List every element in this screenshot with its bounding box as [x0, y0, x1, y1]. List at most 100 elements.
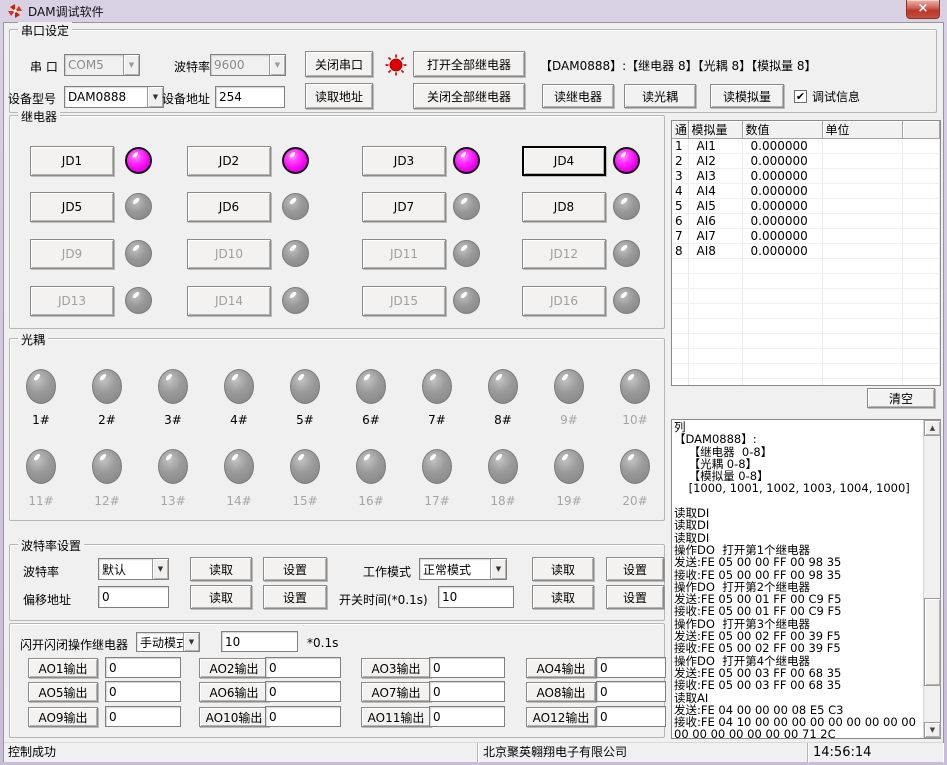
ao-output-input-10[interactable]	[265, 706, 341, 727]
ao-output-input-3[interactable]	[429, 657, 505, 678]
work-mode-combo[interactable]: 正常模式 ▼	[419, 558, 507, 580]
device-address-label: 设备地址	[162, 90, 210, 107]
ao-output-button-12[interactable]: AO12输出	[526, 707, 596, 727]
ao-output-button-11[interactable]: AO11输出	[361, 707, 431, 727]
analog-row-6[interactable]: 6AI60.000000	[672, 214, 940, 229]
scrollbar-thumb[interactable]	[924, 598, 941, 686]
analog-row-2[interactable]: 2AI20.000000	[672, 154, 940, 169]
log-panel[interactable]: 列 【DAM0888】: 【继电器 0-8】 【光耦 0-8】 【模拟量 0-8…	[671, 419, 941, 739]
company-name: 北京聚英翱翔电子有限公司	[479, 743, 808, 763]
read-address-button[interactable]: 读取地址	[305, 83, 373, 109]
read-opto-button[interactable]: 读光耦	[624, 84, 696, 108]
baud-read-button[interactable]: 读取	[190, 557, 252, 581]
switch-time-set-button[interactable]: 设置	[606, 585, 664, 609]
analog-col-header-2[interactable]: 数值	[742, 121, 822, 139]
log-scrollbar[interactable]: ▲ ▼	[923, 420, 940, 738]
chevron-down-icon[interactable]: ▼	[490, 559, 506, 579]
ao-output-input-2[interactable]	[265, 657, 341, 678]
opto-label-12: 12#	[87, 494, 127, 508]
scroll-down-icon[interactable]: ▼	[924, 722, 941, 738]
flash-mode-combo[interactable]: 手动模式 ▼	[136, 632, 200, 652]
ao-output-button-8[interactable]: AO8输出	[526, 682, 596, 702]
opto-label-1: 1#	[21, 413, 61, 427]
ao-output-button-7[interactable]: AO7输出	[361, 682, 431, 702]
work-mode-read-button[interactable]: 读取	[532, 557, 594, 581]
ao-output-button-5[interactable]: AO5输出	[28, 682, 98, 702]
relay-led-jd2-on	[282, 147, 309, 174]
offset-set-button[interactable]: 设置	[263, 585, 327, 609]
ao-output-button-2[interactable]: AO2输出	[199, 658, 269, 678]
chevron-down-icon[interactable]: ▼	[183, 633, 199, 651]
relay-button-jd6[interactable]: JD6	[187, 192, 271, 222]
analog-col-header-0[interactable]: 通	[672, 121, 688, 139]
switch-time-read-button[interactable]: 读取	[532, 585, 594, 609]
analog-row-1[interactable]: 1AI10.000000	[672, 139, 940, 154]
close-all-relays-button[interactable]: 关闭全部继电器	[413, 83, 525, 109]
ao-output-button-9[interactable]: AO9输出	[28, 707, 98, 727]
work-mode-value: 正常模式	[420, 561, 490, 578]
clear-log-button[interactable]: 清空	[867, 388, 935, 408]
analog-col-header-3[interactable]: 单位	[822, 121, 902, 139]
analog-row-4[interactable]: 4AI40.000000	[672, 184, 940, 199]
ao-output-button-3[interactable]: AO3输出	[361, 658, 431, 678]
ao-output-button-6[interactable]: AO6输出	[199, 682, 269, 702]
debug-info-checkbox[interactable]: ✔ 调试信息	[794, 88, 860, 105]
ao-output-input-11[interactable]	[429, 706, 505, 727]
baud-label: 波特率	[174, 58, 210, 75]
close-button[interactable]: ×	[906, 0, 940, 19]
offset-address-label: 偏移地址	[23, 591, 71, 608]
relay-button-jd3[interactable]: JD3	[362, 146, 446, 176]
device-address-input[interactable]	[215, 86, 285, 108]
analog-col-header-1[interactable]: 模拟量	[688, 121, 742, 139]
relay-button-jd5[interactable]: JD5	[30, 192, 114, 222]
opto-led-3	[158, 369, 188, 404]
chevron-down-icon[interactable]: ▼	[152, 559, 168, 579]
ao-output-input-5[interactable]	[105, 681, 181, 702]
flash-time-input[interactable]	[221, 631, 298, 652]
analog-row-8[interactable]: 8AI80.000000	[672, 244, 940, 259]
opto-label-15: 15#	[285, 494, 325, 508]
relay-button-jd8[interactable]: JD8	[522, 192, 606, 222]
close-port-button[interactable]: 关闭串口	[305, 51, 373, 77]
relay-button-jd4[interactable]: JD4	[522, 146, 606, 176]
ao-output-input-1[interactable]	[105, 657, 181, 678]
ao-output-input-12[interactable]	[596, 706, 666, 727]
flash-operate-label: 闪开闪闭操作继电器	[20, 636, 128, 653]
ao-output-button-4[interactable]: AO4输出	[526, 658, 596, 678]
ao-output-input-4[interactable]	[596, 657, 666, 678]
relay-button-jd1[interactable]: JD1	[30, 146, 114, 176]
relay-group-title: 继电器	[18, 108, 60, 125]
clock: 14:56:14	[809, 743, 943, 763]
switch-time-input[interactable]	[438, 586, 514, 608]
analog-col-header-4[interactable]	[902, 121, 940, 139]
opto-led-17	[422, 449, 452, 484]
analog-row-5[interactable]: 5AI50.000000	[672, 199, 940, 214]
ao-output-input-9[interactable]	[105, 706, 181, 727]
offset-address-input[interactable]	[98, 586, 169, 608]
baud-setting-combo[interactable]: 默认 ▼	[98, 558, 169, 580]
ao-output-button-10[interactable]: AO10输出	[199, 707, 269, 727]
baud-setting-value: 默认	[99, 561, 152, 578]
ao-output-input-7[interactable]	[429, 681, 505, 702]
analog-table[interactable]: 通模拟量数值单位 1AI10.0000002AI20.0000003AI30.0…	[671, 120, 941, 386]
relay-button-jd7[interactable]: JD7	[362, 192, 446, 222]
opto-led-9	[554, 369, 584, 404]
ao-output-input-8[interactable]	[596, 681, 666, 702]
model-combo[interactable]: DAM0888 ▼	[64, 86, 164, 108]
relay-button-jd11: JD11	[362, 239, 446, 269]
open-all-relays-button[interactable]: 打开全部继电器	[413, 51, 525, 77]
relay-button-jd2[interactable]: JD2	[187, 146, 271, 176]
offset-read-button[interactable]: 读取	[190, 585, 252, 609]
analog-row-7[interactable]: 7AI70.000000	[672, 229, 940, 244]
opto-led-11	[26, 449, 56, 484]
baud-set-button[interactable]: 设置	[263, 557, 327, 581]
read-analog-button[interactable]: 读模拟量	[710, 84, 784, 108]
analog-row-3[interactable]: 3AI30.000000	[672, 169, 940, 184]
read-relay-button[interactable]: 读继电器	[542, 84, 614, 108]
chevron-down-icon[interactable]: ▼	[147, 87, 163, 107]
scroll-up-icon[interactable]: ▲	[924, 420, 941, 436]
relay-led-jd3-on	[453, 147, 480, 174]
ao-output-input-6[interactable]	[265, 681, 341, 702]
work-mode-set-button[interactable]: 设置	[606, 557, 664, 581]
ao-output-button-1[interactable]: AO1输出	[28, 658, 98, 678]
